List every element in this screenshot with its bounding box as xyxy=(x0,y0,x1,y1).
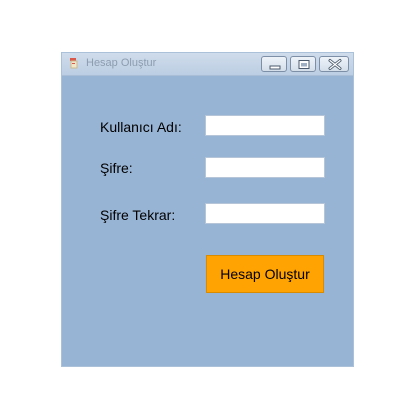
title-bar[interactable]: Hesap Oluştur xyxy=(62,53,353,76)
window-title: Hesap Oluştur xyxy=(86,57,157,69)
maximize-icon xyxy=(298,60,310,69)
create-account-button[interactable]: Hesap Oluştur xyxy=(206,255,324,293)
close-button[interactable] xyxy=(319,56,349,72)
minimize-button[interactable] xyxy=(261,56,287,72)
password-repeat-label: Şifre Tekrar: xyxy=(100,207,176,223)
password-field[interactable] xyxy=(205,157,325,178)
password-repeat-field[interactable] xyxy=(205,203,325,224)
minimize-icon xyxy=(269,65,281,70)
create-account-window: Hesap Oluştur Kullanıcı Adı: Şifre: Şifr… xyxy=(61,52,354,367)
password-label: Şifre: xyxy=(100,160,133,176)
form-app-icon xyxy=(68,57,80,70)
username-field[interactable] xyxy=(205,115,325,136)
close-icon xyxy=(328,59,342,70)
maximize-button[interactable] xyxy=(290,56,316,72)
username-label: Kullanıcı Adı: xyxy=(100,119,182,135)
